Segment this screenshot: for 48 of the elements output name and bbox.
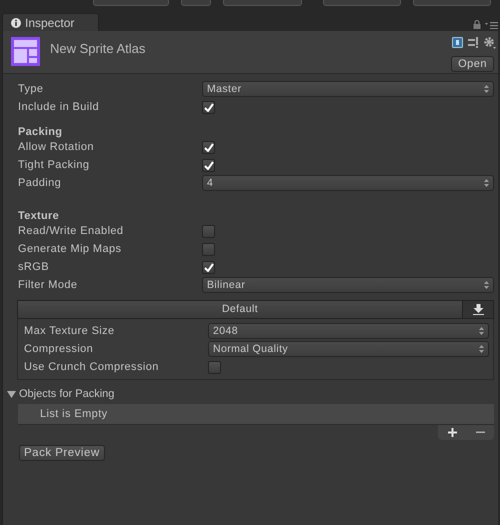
updown-arrow-icon bbox=[484, 281, 489, 289]
add-icon[interactable] bbox=[448, 428, 456, 437]
pack-preview-button[interactable]: Pack Preview bbox=[19, 445, 105, 461]
settings-icon[interactable] bbox=[484, 37, 496, 49]
field-label: sRGB bbox=[18, 261, 50, 273]
inspector-tab[interactable]: Inspector bbox=[2, 13, 99, 31]
field-label: Compression bbox=[24, 343, 94, 355]
open-button[interactable]: Open bbox=[451, 56, 494, 72]
dropdown[interactable]: Normal Quality bbox=[208, 341, 489, 357]
field-label: Read/Write Enabled bbox=[18, 225, 124, 237]
dropdown[interactable]: Master bbox=[202, 81, 494, 97]
field-label: Generate Mip Maps bbox=[18, 243, 122, 255]
checkbox[interactable] bbox=[202, 100, 215, 114]
field-label: Allow Rotation bbox=[18, 141, 95, 153]
asset-name: New Sprite Atlas bbox=[50, 41, 146, 58]
section-heading: Texture bbox=[18, 209, 60, 222]
section-heading: Packing bbox=[18, 125, 64, 138]
updown-arrow-icon bbox=[479, 327, 484, 335]
empty-list-message: List is Empty bbox=[18, 404, 494, 425]
field-label: Filter Mode bbox=[18, 279, 78, 291]
dropdown[interactable]: 4 bbox=[202, 175, 494, 191]
sliders-icon[interactable] bbox=[468, 37, 479, 48]
updown-arrow-icon bbox=[479, 345, 484, 353]
download-icon bbox=[472, 304, 484, 315]
book-icon[interactable] bbox=[452, 37, 463, 48]
field-label: Use Crunch Compression bbox=[24, 361, 160, 373]
download-button[interactable] bbox=[462, 301, 493, 318]
info-icon bbox=[11, 18, 21, 28]
field-label: Include in Build bbox=[18, 101, 100, 113]
checkbox[interactable] bbox=[202, 140, 215, 154]
foldout-arrow-icon[interactable] bbox=[7, 390, 16, 398]
lock-icon[interactable] bbox=[473, 20, 481, 29]
field-label: Type bbox=[18, 83, 44, 95]
updown-arrow-icon bbox=[484, 179, 489, 187]
sprite-atlas-icon bbox=[11, 37, 40, 66]
field-label: Max Texture Size bbox=[24, 325, 116, 337]
dropdown[interactable]: Bilinear bbox=[202, 277, 494, 293]
dropdown[interactable]: 2048 bbox=[208, 323, 489, 339]
section-title: Objects for Packing bbox=[19, 388, 114, 400]
checkbox[interactable] bbox=[202, 158, 215, 172]
checkbox[interactable] bbox=[202, 224, 215, 238]
updown-arrow-icon bbox=[484, 85, 489, 93]
menu-icon[interactable] bbox=[485, 20, 498, 28]
field-label: Tight Packing bbox=[18, 159, 90, 171]
checkbox[interactable] bbox=[202, 260, 215, 274]
checkbox[interactable] bbox=[208, 360, 221, 374]
field-label: Padding bbox=[18, 177, 62, 189]
checkbox[interactable] bbox=[202, 242, 215, 256]
